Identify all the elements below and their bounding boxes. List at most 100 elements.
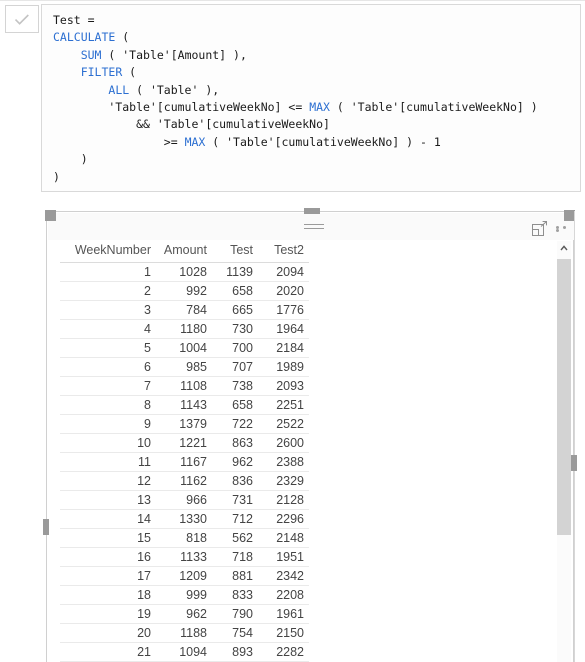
table-cell-amount[interactable]: 1133	[156, 547, 212, 567]
table-cell-test2[interactable]: 2094	[258, 262, 309, 282]
table-row[interactable]: 11 1167 962 2388	[60, 452, 309, 472]
table-cell-test2[interactable]: 1951	[258, 547, 309, 567]
table-cell-amount[interactable]: 818	[156, 528, 212, 548]
table-cell-test2[interactable]: 2329	[258, 471, 309, 491]
table-cell-amount[interactable]: 1188	[156, 623, 212, 643]
table-cell-weeknumber[interactable]: 13	[60, 490, 156, 510]
table-cell-test[interactable]: 893	[212, 642, 258, 662]
table-vertical-scrollbar[interactable]	[557, 241, 571, 662]
table-cell-amount[interactable]: 1094	[156, 642, 212, 662]
table-cell-amount[interactable]: 966	[156, 490, 212, 510]
table-cell-test[interactable]: 562	[212, 528, 258, 548]
table-cell-test2[interactable]: 1989	[258, 357, 309, 377]
table-row[interactable]: 16 1133 718 1951	[60, 547, 309, 567]
table-cell-test[interactable]: 707	[212, 357, 258, 377]
table-cell-test2[interactable]: 2020	[258, 281, 309, 301]
table-cell-amount[interactable]: 1379	[156, 414, 212, 434]
focus-mode-icon[interactable]	[532, 221, 548, 236]
chevron-up-icon[interactable]	[557, 241, 571, 255]
table-cell-amount[interactable]: 992	[156, 281, 212, 301]
table-cell-test[interactable]: 730	[212, 319, 258, 339]
table-row[interactable]: 21 1094 893 2282	[60, 642, 309, 662]
table-cell-test[interactable]: 738	[212, 376, 258, 396]
table-cell-test[interactable]: 718	[212, 547, 258, 567]
table-row[interactable]: 14 1330 712 2296	[60, 509, 309, 529]
table-row[interactable]: 13 966 731 2128	[60, 490, 309, 510]
table-cell-weeknumber[interactable]: 19	[60, 604, 156, 624]
table-row[interactable]: 5 1004 700 2184	[60, 338, 309, 358]
table-row[interactable]: 1 1028 1139 2094	[60, 262, 309, 282]
table-cell-test2[interactable]: 2600	[258, 433, 309, 453]
table-cell-amount[interactable]: 1330	[156, 509, 212, 529]
table-cell-amount[interactable]: 1108	[156, 376, 212, 396]
table-cell-weeknumber[interactable]: 4	[60, 319, 156, 339]
table-cell-weeknumber[interactable]: 1	[60, 262, 156, 282]
table-cell-test2[interactable]: 2128	[258, 490, 309, 510]
table-cell-test[interactable]: 962	[212, 452, 258, 472]
table-cell-test2[interactable]: 2522	[258, 414, 309, 434]
table-cell-test[interactable]: 731	[212, 490, 258, 510]
table-cell-weeknumber[interactable]: 5	[60, 338, 156, 358]
table-row[interactable]: 20 1188 754 2150	[60, 623, 309, 643]
table-cell-test2[interactable]: 2296	[258, 509, 309, 529]
table-cell-weeknumber[interactable]: 16	[60, 547, 156, 567]
table-cell-amount[interactable]: 1004	[156, 338, 212, 358]
table-cell-amount[interactable]: 999	[156, 585, 212, 605]
drag-handle-icon[interactable]	[304, 224, 324, 234]
table-cell-amount[interactable]: 1143	[156, 395, 212, 415]
resize-handle-left[interactable]	[43, 519, 49, 535]
table-row[interactable]: 4 1180 730 1964	[60, 319, 309, 339]
table-cell-amount[interactable]: 1209	[156, 566, 212, 586]
column-header-test[interactable]: Test	[212, 240, 258, 263]
table-cell-test2[interactable]: 1776	[258, 300, 309, 320]
table-row[interactable]: 6 985 707 1989	[60, 357, 309, 377]
table-cell-amount[interactable]: 784	[156, 300, 212, 320]
table-cell-test[interactable]: 722	[212, 414, 258, 434]
table-cell-test2[interactable]: 1961	[258, 604, 309, 624]
table-row[interactable]: 19 962 790 1961	[60, 604, 309, 624]
table-cell-test2[interactable]: 2282	[258, 642, 309, 662]
table-cell-test2[interactable]: 1964	[258, 319, 309, 339]
column-header-amount[interactable]: Amount	[156, 240, 212, 263]
table-cell-weeknumber[interactable]: 20	[60, 623, 156, 643]
table-row[interactable]: 2 992 658 2020	[60, 281, 309, 301]
table-cell-test2[interactable]: 2251	[258, 395, 309, 415]
table-cell-test[interactable]: 700	[212, 338, 258, 358]
table-row[interactable]: 3 784 665 1776	[60, 300, 309, 320]
commit-formula-button[interactable]	[5, 5, 39, 33]
resize-handle-top[interactable]	[304, 208, 320, 214]
table-cell-amount[interactable]: 1221	[156, 433, 212, 453]
table-cell-test[interactable]: 665	[212, 300, 258, 320]
table-cell-weeknumber[interactable]: 6	[60, 357, 156, 377]
table-cell-weeknumber[interactable]: 12	[60, 471, 156, 491]
table-row[interactable]: 8 1143 658 2251	[60, 395, 309, 415]
table-cell-test2[interactable]: 2150	[258, 623, 309, 643]
table-cell-weeknumber[interactable]: 14	[60, 509, 156, 529]
table-cell-weeknumber[interactable]: 17	[60, 566, 156, 586]
table-cell-test[interactable]: 790	[212, 604, 258, 624]
column-header-test2[interactable]: Test2	[258, 240, 309, 263]
table-cell-weeknumber[interactable]: 11	[60, 452, 156, 472]
table-cell-weeknumber[interactable]: 18	[60, 585, 156, 605]
table-cell-amount[interactable]: 1162	[156, 471, 212, 491]
table-row[interactable]: 15 818 562 2148	[60, 528, 309, 548]
table-cell-amount[interactable]: 1180	[156, 319, 212, 339]
more-options-icon[interactable]	[556, 226, 576, 232]
table-cell-weeknumber[interactable]: 15	[60, 528, 156, 548]
table-cell-weeknumber[interactable]: 2	[60, 281, 156, 301]
table-cell-amount[interactable]: 962	[156, 604, 212, 624]
table-cell-test[interactable]: 881	[212, 566, 258, 586]
table-cell-amount[interactable]: 1028	[156, 262, 212, 282]
table-row[interactable]: 12 1162 836 2329	[60, 471, 309, 491]
table-cell-weeknumber[interactable]: 21	[60, 642, 156, 662]
table-cell-test[interactable]: 833	[212, 585, 258, 605]
dax-formula-editor[interactable]: Test = CALCULATE ( SUM ( 'Table'[Amount] …	[41, 4, 581, 192]
table-row[interactable]: 7 1108 738 2093	[60, 376, 309, 396]
table-cell-test[interactable]: 658	[212, 395, 258, 415]
table-cell-weeknumber[interactable]: 3	[60, 300, 156, 320]
table-cell-test[interactable]: 1139	[212, 262, 258, 282]
table-cell-test[interactable]: 863	[212, 433, 258, 453]
table-cell-test2[interactable]: 2388	[258, 452, 309, 472]
table-cell-weeknumber[interactable]: 10	[60, 433, 156, 453]
table-cell-amount[interactable]: 985	[156, 357, 212, 377]
